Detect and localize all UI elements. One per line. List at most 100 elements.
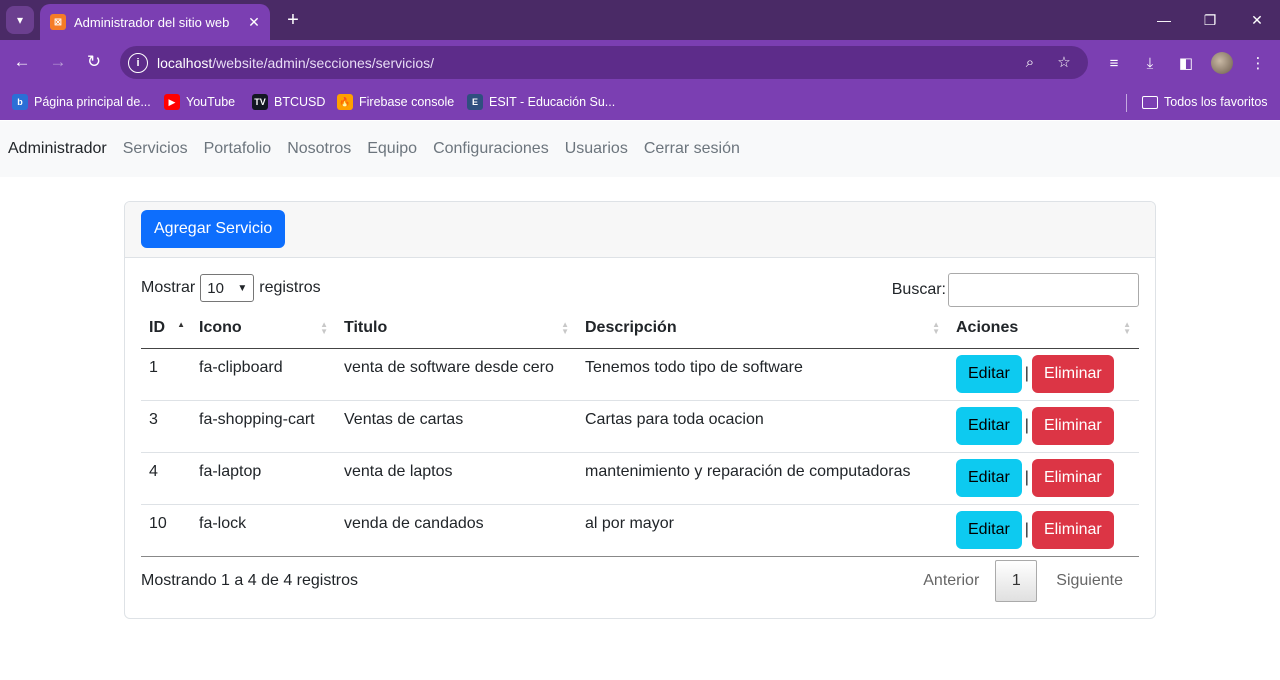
bookmark-item[interactable]: 🔥 Firebase console	[337, 92, 454, 112]
folder-icon	[1142, 95, 1158, 109]
firebase-icon: 🔥	[337, 94, 353, 110]
download-icon[interactable]: ⤓	[1139, 52, 1161, 74]
add-service-button[interactable]: Agregar Servicio	[141, 210, 286, 248]
sort-icon: ▲ ▼	[1123, 320, 1131, 336]
reading-list-icon[interactable]: ≡	[1103, 52, 1125, 74]
nav-link-configuraciones[interactable]: Configuraciones	[433, 140, 549, 158]
cell-descripcion: Tenemos todo tipo de software	[577, 348, 948, 401]
table-row: 10 fa-lock venda de candados al por mayo…	[141, 504, 1139, 557]
close-window-icon[interactable]: ✕	[1245, 8, 1269, 32]
pagination: Anterior 1 Siguiente	[907, 560, 1139, 602]
services-card: Agregar Servicio Mostrar 10 ▼ registros …	[124, 201, 1156, 619]
site-info-icon[interactable]: i	[128, 52, 148, 73]
search-input[interactable]	[948, 273, 1139, 307]
nav-link-equipo[interactable]: Equipo	[367, 140, 417, 158]
column-header-descripcion[interactable]: Descripción ▲ ▼	[577, 308, 948, 349]
bookmark-label: BTCUSD	[274, 95, 326, 109]
all-bookmarks[interactable]: Todos los favoritos	[1142, 92, 1268, 112]
menu-kebab-icon[interactable]: ⋮	[1247, 52, 1269, 74]
search-label: Buscar:	[891, 281, 946, 298]
next-page-button[interactable]: Siguiente	[1037, 572, 1139, 590]
esit-icon: E	[467, 94, 483, 110]
cell-id: 4	[141, 452, 191, 505]
cell-actions: Editar | Eliminar	[948, 400, 1139, 453]
back-arrow-icon[interactable]: ←	[10, 50, 34, 74]
sort-icon: ▲ ▼	[932, 320, 940, 336]
nav-link-portafolio[interactable]: Portafolio	[204, 140, 272, 158]
column-header-icono[interactable]: Icono ▲ ▼	[191, 308, 336, 349]
navbar-brand[interactable]: Administrador	[8, 140, 107, 158]
bookmark-item[interactable]: E ESIT - Educación Su...	[467, 92, 615, 112]
bookmark-star-icon[interactable]: ☆	[1054, 52, 1074, 72]
forward-arrow-icon[interactable]: →	[46, 50, 70, 74]
prev-page-button[interactable]: Anterior	[907, 572, 995, 590]
page-button-current[interactable]: 1	[995, 560, 1038, 602]
cell-icono: fa-laptop	[191, 452, 336, 505]
column-header-titulo[interactable]: Titulo ▲ ▼	[336, 308, 577, 349]
cell-actions: Editar | Eliminar	[948, 348, 1139, 401]
edit-button[interactable]: Editar	[956, 458, 1022, 497]
cell-descripcion: al por mayor	[577, 504, 948, 557]
tab-search-icon[interactable]: ▾	[6, 6, 34, 34]
admin-navbar: Administrador Servicios Portafolio Nosot…	[0, 121, 1280, 177]
edit-button[interactable]: Editar	[956, 354, 1022, 393]
bookmark-item[interactable]: ▶ YouTube	[164, 92, 235, 112]
entries-select[interactable]: 10 ▼	[200, 274, 255, 302]
length-suffix: registros	[259, 279, 321, 296]
side-panel-icon[interactable]: ◧	[1175, 52, 1197, 74]
nav-link-cerrar-sesion[interactable]: Cerrar sesión	[644, 140, 740, 158]
tab-close-icon[interactable]: ✕	[244, 12, 264, 32]
delete-button[interactable]: Eliminar	[1031, 510, 1114, 549]
url-host: localhost	[157, 54, 213, 71]
zoom-icon[interactable]: ⌕	[1020, 52, 1040, 72]
bookmarks-bar: b Página principal de... ▶ YouTube TV BT…	[0, 84, 1280, 120]
cell-id: 3	[141, 400, 191, 453]
xampp-favicon-icon: ⊠	[50, 14, 66, 30]
edit-button[interactable]: Editar	[956, 510, 1022, 549]
tab-title: Administrador del sitio web	[74, 14, 230, 30]
minimize-icon[interactable]: —	[1152, 8, 1176, 32]
delete-button[interactable]: Eliminar	[1031, 458, 1114, 497]
url-text: localhost/website/admin/secciones/servic…	[157, 55, 434, 71]
new-tab-icon[interactable]: +	[282, 8, 304, 32]
bookmarks-divider	[1126, 94, 1127, 112]
nav-link-nosotros[interactable]: Nosotros	[287, 140, 351, 158]
table-info: Mostrando 1 a 4 de 4 registros	[141, 572, 359, 589]
bookmark-item[interactable]: TV BTCUSD	[252, 92, 325, 112]
address-bar[interactable]: i localhost/website/admin/secciones/serv…	[120, 46, 1088, 79]
browser-tab[interactable]: ⊠ Administrador del sitio web ✕	[40, 4, 270, 40]
cell-icono: fa-lock	[191, 504, 336, 557]
delete-button[interactable]: Eliminar	[1031, 406, 1114, 445]
bookmark-label: Firebase console	[359, 95, 455, 109]
action-separator: |	[1024, 468, 1029, 486]
cell-icono: fa-clipboard	[191, 348, 336, 401]
table-header-row: ID ▲ ▼ Icono ▲ ▼ Titulo ▲ ▼ Descripción ▲ ▼ …	[141, 308, 1139, 349]
bookmark-item[interactable]: b Página principal de...	[12, 92, 151, 112]
column-header-id[interactable]: ID ▲ ▼	[141, 308, 191, 349]
reload-icon[interactable]: ↻	[82, 50, 106, 74]
table-search: Buscar:	[892, 273, 1139, 307]
column-header-label: Icono	[199, 318, 242, 336]
sort-icon: ▲ ▼	[320, 320, 328, 336]
bookmark-label: ESIT - Educación Su...	[489, 95, 616, 109]
sort-asc-icon: ▲ ▼	[177, 320, 185, 336]
cell-descripcion: mantenimiento y reparación de computador…	[577, 452, 948, 505]
action-separator: |	[1024, 520, 1029, 538]
cell-descripcion: Cartas para toda ocacion	[577, 400, 948, 453]
delete-button[interactable]: Eliminar	[1031, 354, 1114, 393]
edit-button[interactable]: Editar	[956, 406, 1022, 445]
youtube-icon: ▶	[164, 94, 180, 110]
nav-link-usuarios[interactable]: Usuarios	[565, 140, 628, 158]
cell-titulo: venda de candados	[336, 504, 577, 557]
cell-actions: Editar | Eliminar	[948, 504, 1139, 557]
tradingview-icon: TV	[252, 94, 268, 110]
cell-actions: Editar | Eliminar	[948, 452, 1139, 505]
entries-length-control: Mostrar 10 ▼ registros	[141, 274, 321, 302]
all-bookmarks-label: Todos los favoritos	[1164, 95, 1268, 109]
profile-avatar[interactable]	[1211, 52, 1233, 74]
nav-link-servicios[interactable]: Servicios	[123, 140, 188, 158]
restore-icon[interactable]: ❐	[1198, 8, 1222, 32]
column-header-label: ID	[149, 318, 165, 336]
browser-tab-strip: ▾ ⊠ Administrador del sitio web ✕ + — ❐ …	[0, 0, 1280, 40]
column-header-acciones[interactable]: Aciones ▲ ▼	[948, 308, 1139, 349]
